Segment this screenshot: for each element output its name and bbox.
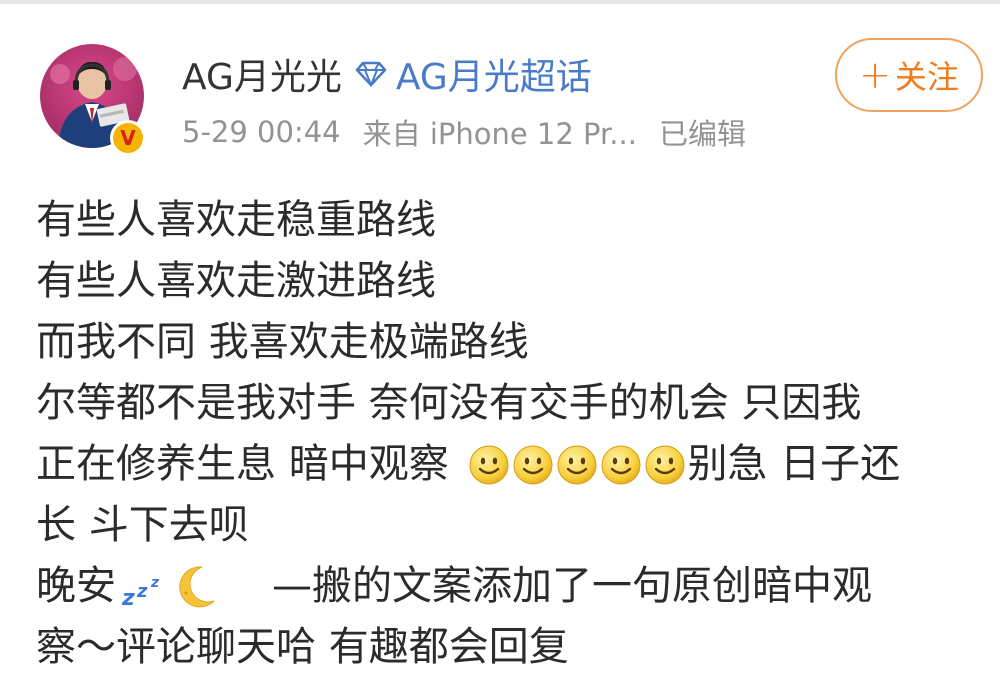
content-line-2: 有些人喜欢走激进路线 — [36, 258, 436, 304]
content-line-6: 长 斗下去呗 — [36, 502, 249, 548]
author-name[interactable]: AG月光光 — [182, 48, 342, 100]
svg-text:z: z — [136, 581, 148, 602]
follow-label: 关注 — [894, 58, 959, 96]
verified-badge-icon: V — [110, 120, 146, 156]
emoji-group — [467, 444, 687, 486]
avatar[interactable]: V — [40, 44, 146, 156]
zzz-icon: z z z — [121, 575, 160, 609]
post-source: 来自 iPhone 12 Pr... — [362, 117, 637, 151]
content-line-7-text: 晚安 — [36, 563, 116, 609]
post-meta: 5-29 00:44 来自 iPhone 12 Pr... 已编辑 — [182, 112, 768, 152]
smile-emoji-icon — [645, 445, 685, 484]
content-line-7-tail: —搬的文案添加了一句原创暗中观 — [272, 563, 872, 609]
crescent-moon-icon — [179, 565, 215, 607]
super-topic-link[interactable]: AG月光超话 — [396, 48, 592, 100]
content-line-3: 而我不同 我喜欢走极端路线 — [36, 319, 529, 365]
smile-emoji-icon — [557, 445, 597, 484]
follow-button[interactable]: + 关注 — [835, 38, 983, 112]
plus-icon: + — [859, 53, 891, 97]
smile-emoji-icon — [601, 445, 641, 484]
smile-emoji-icon — [469, 445, 509, 484]
content-line-8: 察～评论聊天哈 有趣都会回复 — [36, 624, 569, 670]
content-line-5: 正在修养生息 暗中观察 别急 日子还 — [36, 434, 986, 495]
smile-emoji-icon — [513, 445, 553, 484]
content-line-7: 晚安 z z z —搬的文案添加了一句原创暗中观 — [36, 556, 986, 617]
content-line-1: 有些人喜欢走稳重路线 — [36, 197, 436, 243]
diamond-icon — [355, 61, 387, 87]
post-content: 有些人喜欢走稳重路线 有些人喜欢走激进路线 而我不同 我喜欢走极端路线 尔等都不… — [36, 190, 986, 678]
svg-text:z: z — [121, 586, 135, 609]
svg-text:z: z — [150, 575, 160, 591]
edited-label[interactable]: 已编辑 — [659, 111, 746, 153]
content-line-5-text: 正在修养生息 暗中观察 — [36, 441, 462, 487]
post-timestamp: 5-29 00:44 — [182, 115, 341, 149]
top-divider — [0, 0, 1000, 4]
content-line-4: 尔等都不是我对手 奈何没有交手的机会 只因我 — [36, 380, 862, 426]
content-line-5-tail: 别急 日子还 — [687, 441, 901, 487]
author-row: AG月光光 AG月光超话 — [182, 50, 592, 98]
